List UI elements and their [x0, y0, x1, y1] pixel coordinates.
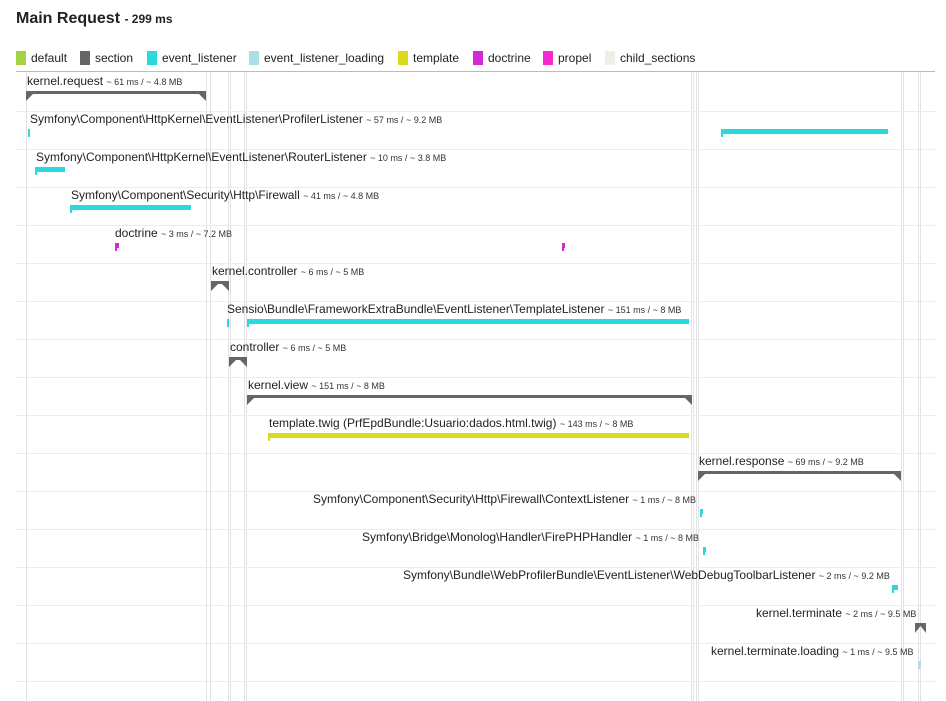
event-name: kernel.controller — [212, 264, 301, 278]
event-label-routerlistener: Symfony\Component\HttpKernel\EventListen… — [36, 150, 446, 164]
legend-label: default — [31, 51, 68, 65]
event-bar-start-tick — [70, 205, 72, 213]
event-name: kernel.request — [27, 74, 107, 88]
event-label-templatelistener: Sensio\Bundle\FrameworkExtraBundle\Event… — [227, 302, 681, 316]
event-bar-start-tick — [247, 319, 249, 327]
event-name: kernel.terminate.loading — [711, 644, 843, 658]
event-meta: ~ 3 ms / ~ 7.2 MB — [161, 229, 233, 239]
event-label-firewall: Symfony\Component\Security\Http\Firewall… — [71, 188, 379, 202]
legend-swatch — [605, 51, 615, 65]
event-bar-firewall — [70, 205, 191, 210]
event-label-kernel-terminate-loading: kernel.terminate.loading ~ 1 ms / ~ 9.5 … — [711, 644, 913, 658]
event-name: Symfony\Component\HttpKernel\EventListen… — [30, 112, 367, 126]
event-label-kernel-controller: kernel.controller ~ 6 ms / ~ 5 MB — [212, 264, 364, 278]
event-name: Symfony\Bridge\Monolog\Handler\FirePHPHa… — [362, 530, 636, 544]
event-meta: ~ 2 ms / ~ 9.2 MB — [818, 571, 890, 581]
event-meta: ~ 61 ms / ~ 4.8 MB — [106, 77, 183, 87]
legend-swatch — [543, 51, 553, 65]
event-label-kernel-request: kernel.request ~ 61 ms / ~ 4.8 MB — [27, 74, 182, 88]
title-text: Main Request — [16, 10, 121, 27]
event-bar-start-tick — [28, 129, 30, 137]
event-label-controller: controller ~ 6 ms / ~ 5 MB — [230, 340, 346, 354]
event-meta: ~ 143 ms / ~ 8 MB — [559, 419, 634, 429]
legend-swatch — [147, 51, 157, 65]
event-meta: ~ 57 ms / ~ 9.2 MB — [366, 115, 443, 125]
event-label-profilerlistener: Symfony\Component\HttpKernel\EventListen… — [30, 112, 442, 126]
event-meta: ~ 1 ms / ~ 8 MB — [632, 495, 696, 505]
event-name: template.twig (PrfEpdBundle:Usuario:dado… — [269, 416, 560, 430]
event-name: Symfony\Component\HttpKernel\EventListen… — [36, 150, 371, 164]
section-bar-kernel-response — [698, 471, 901, 474]
event-bar-template-twig-prfepdbundle-usuario-dados-html-twig — [268, 433, 689, 438]
event-meta: ~ 6 ms / ~ 5 MB — [282, 343, 347, 353]
page-title: Main Request - 299 ms — [16, 10, 173, 28]
event-bar-start-tick — [721, 129, 723, 137]
event-bar-start-tick — [268, 433, 270, 441]
legend-swatch — [249, 51, 259, 65]
event-name: kernel.response — [699, 454, 788, 468]
legend-swatch — [398, 51, 408, 65]
event-name: Symfony\Component\Security\Http\Firewall — [71, 188, 304, 202]
event-name: Symfony\Bundle\WebProfilerBundle\EventLi… — [403, 568, 819, 582]
event-label-template-twig-prfepdbundle-usuario-dados-html-twig: template.twig (PrfEpdBundle:Usuario:dado… — [269, 416, 633, 430]
event-bar-start-tick — [700, 509, 702, 517]
timeline-chart: kernel.request ~ 61 ms / ~ 4.8 MB Symfony… — [16, 71, 935, 701]
event-label-kernel-response: kernel.response ~ 69 ms / ~ 9.2 MB — [699, 454, 864, 468]
event-meta: ~ 1 ms / ~ 8 MB — [635, 533, 699, 543]
legend-label: event_listener_loading — [264, 51, 385, 65]
event-label-webdebugtoolbarlistener: Symfony\Bundle\WebProfilerBundle\EventLi… — [403, 568, 890, 582]
event-label-kernel-terminate: kernel.terminate ~ 2 ms / ~ 9.5 MB — [756, 606, 916, 620]
legend-label: event_listener — [162, 51, 237, 65]
event-meta: ~ 10 ms / ~ 3.8 MB — [370, 153, 447, 163]
legend-swatch — [80, 51, 90, 65]
event-bar-start-tick — [892, 585, 894, 593]
event-bar-templatelistener — [247, 319, 689, 324]
event-label-doctrine: doctrine ~ 3 ms / ~ 7.2 MB — [115, 226, 232, 240]
event-label-firephphandler: Symfony\Bridge\Monolog\Handler\FirePHPHa… — [362, 530, 699, 544]
event-meta: ~ 69 ms / ~ 9.2 MB — [787, 457, 864, 467]
legend-label: doctrine — [488, 51, 531, 65]
event-name: doctrine — [115, 226, 162, 240]
section-bar-kernel-view — [247, 395, 692, 398]
event-meta: ~ 41 ms / ~ 4.8 MB — [303, 191, 380, 201]
event-bar-start-tick — [918, 661, 920, 669]
event-label-kernel-view: kernel.view ~ 151 ms / ~ 8 MB — [248, 378, 385, 392]
event-bar-start-tick — [115, 243, 117, 251]
event-label-contextlistener: Symfony\Component\Security\Http\Firewall… — [313, 492, 696, 506]
event-bar-profilerlistener — [721, 129, 888, 134]
legend-label: section — [95, 51, 134, 65]
legend-label: propel — [558, 51, 592, 65]
request-duration: - 299 ms — [124, 12, 173, 26]
legend-swatch — [473, 51, 483, 65]
event-meta: ~ 1 ms / ~ 9.5 MB — [842, 647, 914, 657]
event-meta: ~ 6 ms / ~ 5 MB — [300, 267, 365, 277]
event-name: Sensio\Bundle\FrameworkExtraBundle\Event… — [227, 302, 608, 316]
event-meta: ~ 151 ms / ~ 8 MB — [311, 381, 385, 391]
event-name: Symfony\Component\Security\Http\Firewall… — [313, 492, 633, 506]
event-name: kernel.terminate — [756, 606, 846, 620]
event-name: controller — [230, 340, 283, 354]
event-bar-start-tick — [562, 243, 564, 251]
event-bar-start-tick — [227, 319, 229, 327]
event-bar-routerlistener — [35, 167, 65, 172]
event-bar-start-tick — [703, 547, 705, 555]
event-meta: ~ 2 ms / ~ 9.5 MB — [845, 609, 917, 619]
section-bar-kernel-request — [26, 91, 206, 94]
event-bar-start-tick — [35, 167, 37, 175]
event-name: kernel.view — [248, 378, 312, 392]
legend-label: child_sections — [620, 51, 696, 65]
event-meta: ~ 151 ms / ~ 8 MB — [607, 305, 682, 315]
legend-label: template — [413, 51, 460, 65]
legend-swatch — [16, 51, 26, 65]
